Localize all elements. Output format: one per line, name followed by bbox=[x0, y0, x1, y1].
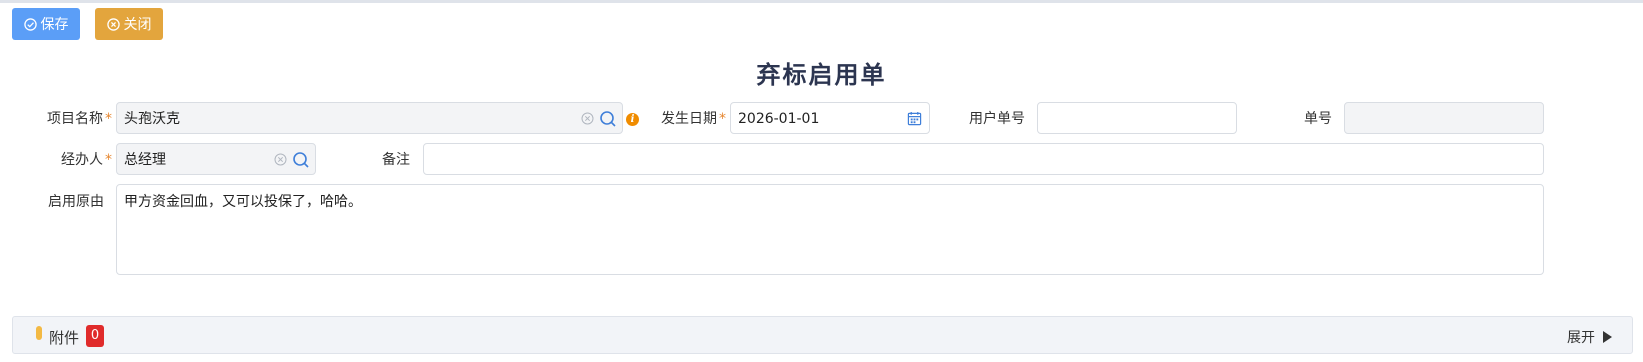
handler-label: 经办人 * bbox=[30, 150, 112, 170]
calendar-icon[interactable] bbox=[906, 110, 922, 126]
expand-button[interactable]: 展开 bbox=[1567, 327, 1612, 347]
section-marker bbox=[36, 326, 42, 340]
attachments-count-badge: 0 bbox=[86, 325, 104, 347]
occur-date-field[interactable]: 2026-01-01 bbox=[730, 102, 930, 134]
caret-right-icon bbox=[1603, 331, 1612, 343]
reason-value: 甲方资金回血，又可以投保了，哈哈。 bbox=[124, 194, 362, 210]
close-circle-icon bbox=[106, 17, 120, 31]
close-button-label: 关闭 bbox=[123, 17, 152, 33]
occur-date-value: 2026-01-01 bbox=[738, 111, 820, 127]
info-icon[interactable]: i bbox=[626, 113, 639, 126]
bill-no-label: 单号 bbox=[1304, 111, 1332, 127]
page-title: 弃标启用单 bbox=[756, 61, 887, 89]
occur-date-label-text: 发生日期 bbox=[661, 111, 717, 127]
clear-icon[interactable] bbox=[274, 153, 287, 166]
handler-value: 总经理 bbox=[124, 152, 166, 168]
search-icon[interactable] bbox=[292, 151, 310, 169]
reason-label: 启用原由 bbox=[48, 194, 104, 210]
required-mark: * bbox=[105, 152, 112, 168]
handler-label-text: 经办人 bbox=[61, 152, 103, 168]
reason-textarea[interactable]: 甲方资金回血，又可以投保了，哈哈。 bbox=[116, 184, 1544, 275]
top-border bbox=[0, 0, 1643, 3]
project-name-label-text: 项目名称 bbox=[47, 111, 103, 127]
save-button[interactable]: 保存 bbox=[12, 8, 80, 40]
handler-field[interactable]: 总经理 bbox=[116, 143, 316, 175]
occur-date-label: 发生日期 * bbox=[640, 109, 726, 129]
required-mark: * bbox=[719, 111, 726, 127]
required-mark: * bbox=[105, 111, 112, 127]
expand-label: 展开 bbox=[1567, 330, 1595, 346]
attachments-panel: 附件 0 展开 bbox=[12, 316, 1633, 354]
remark-label: 备注 bbox=[382, 152, 410, 168]
check-circle-icon bbox=[23, 17, 37, 31]
close-button[interactable]: 关闭 bbox=[95, 8, 163, 40]
user-bill-no-label: 用户单号 bbox=[969, 111, 1025, 127]
search-icon[interactable] bbox=[599, 110, 617, 128]
project-name-value: 头孢沃克 bbox=[124, 111, 180, 127]
save-button-label: 保存 bbox=[40, 17, 69, 33]
project-name-field[interactable]: 头孢沃克 bbox=[116, 102, 623, 134]
project-name-label: 项目名称 * bbox=[30, 109, 112, 129]
attachments-label: 附件 bbox=[49, 329, 80, 347]
user-bill-no-field[interactable] bbox=[1037, 102, 1237, 134]
clear-icon[interactable] bbox=[581, 112, 594, 125]
remark-field[interactable] bbox=[423, 143, 1544, 175]
bill-no-field bbox=[1344, 102, 1544, 134]
